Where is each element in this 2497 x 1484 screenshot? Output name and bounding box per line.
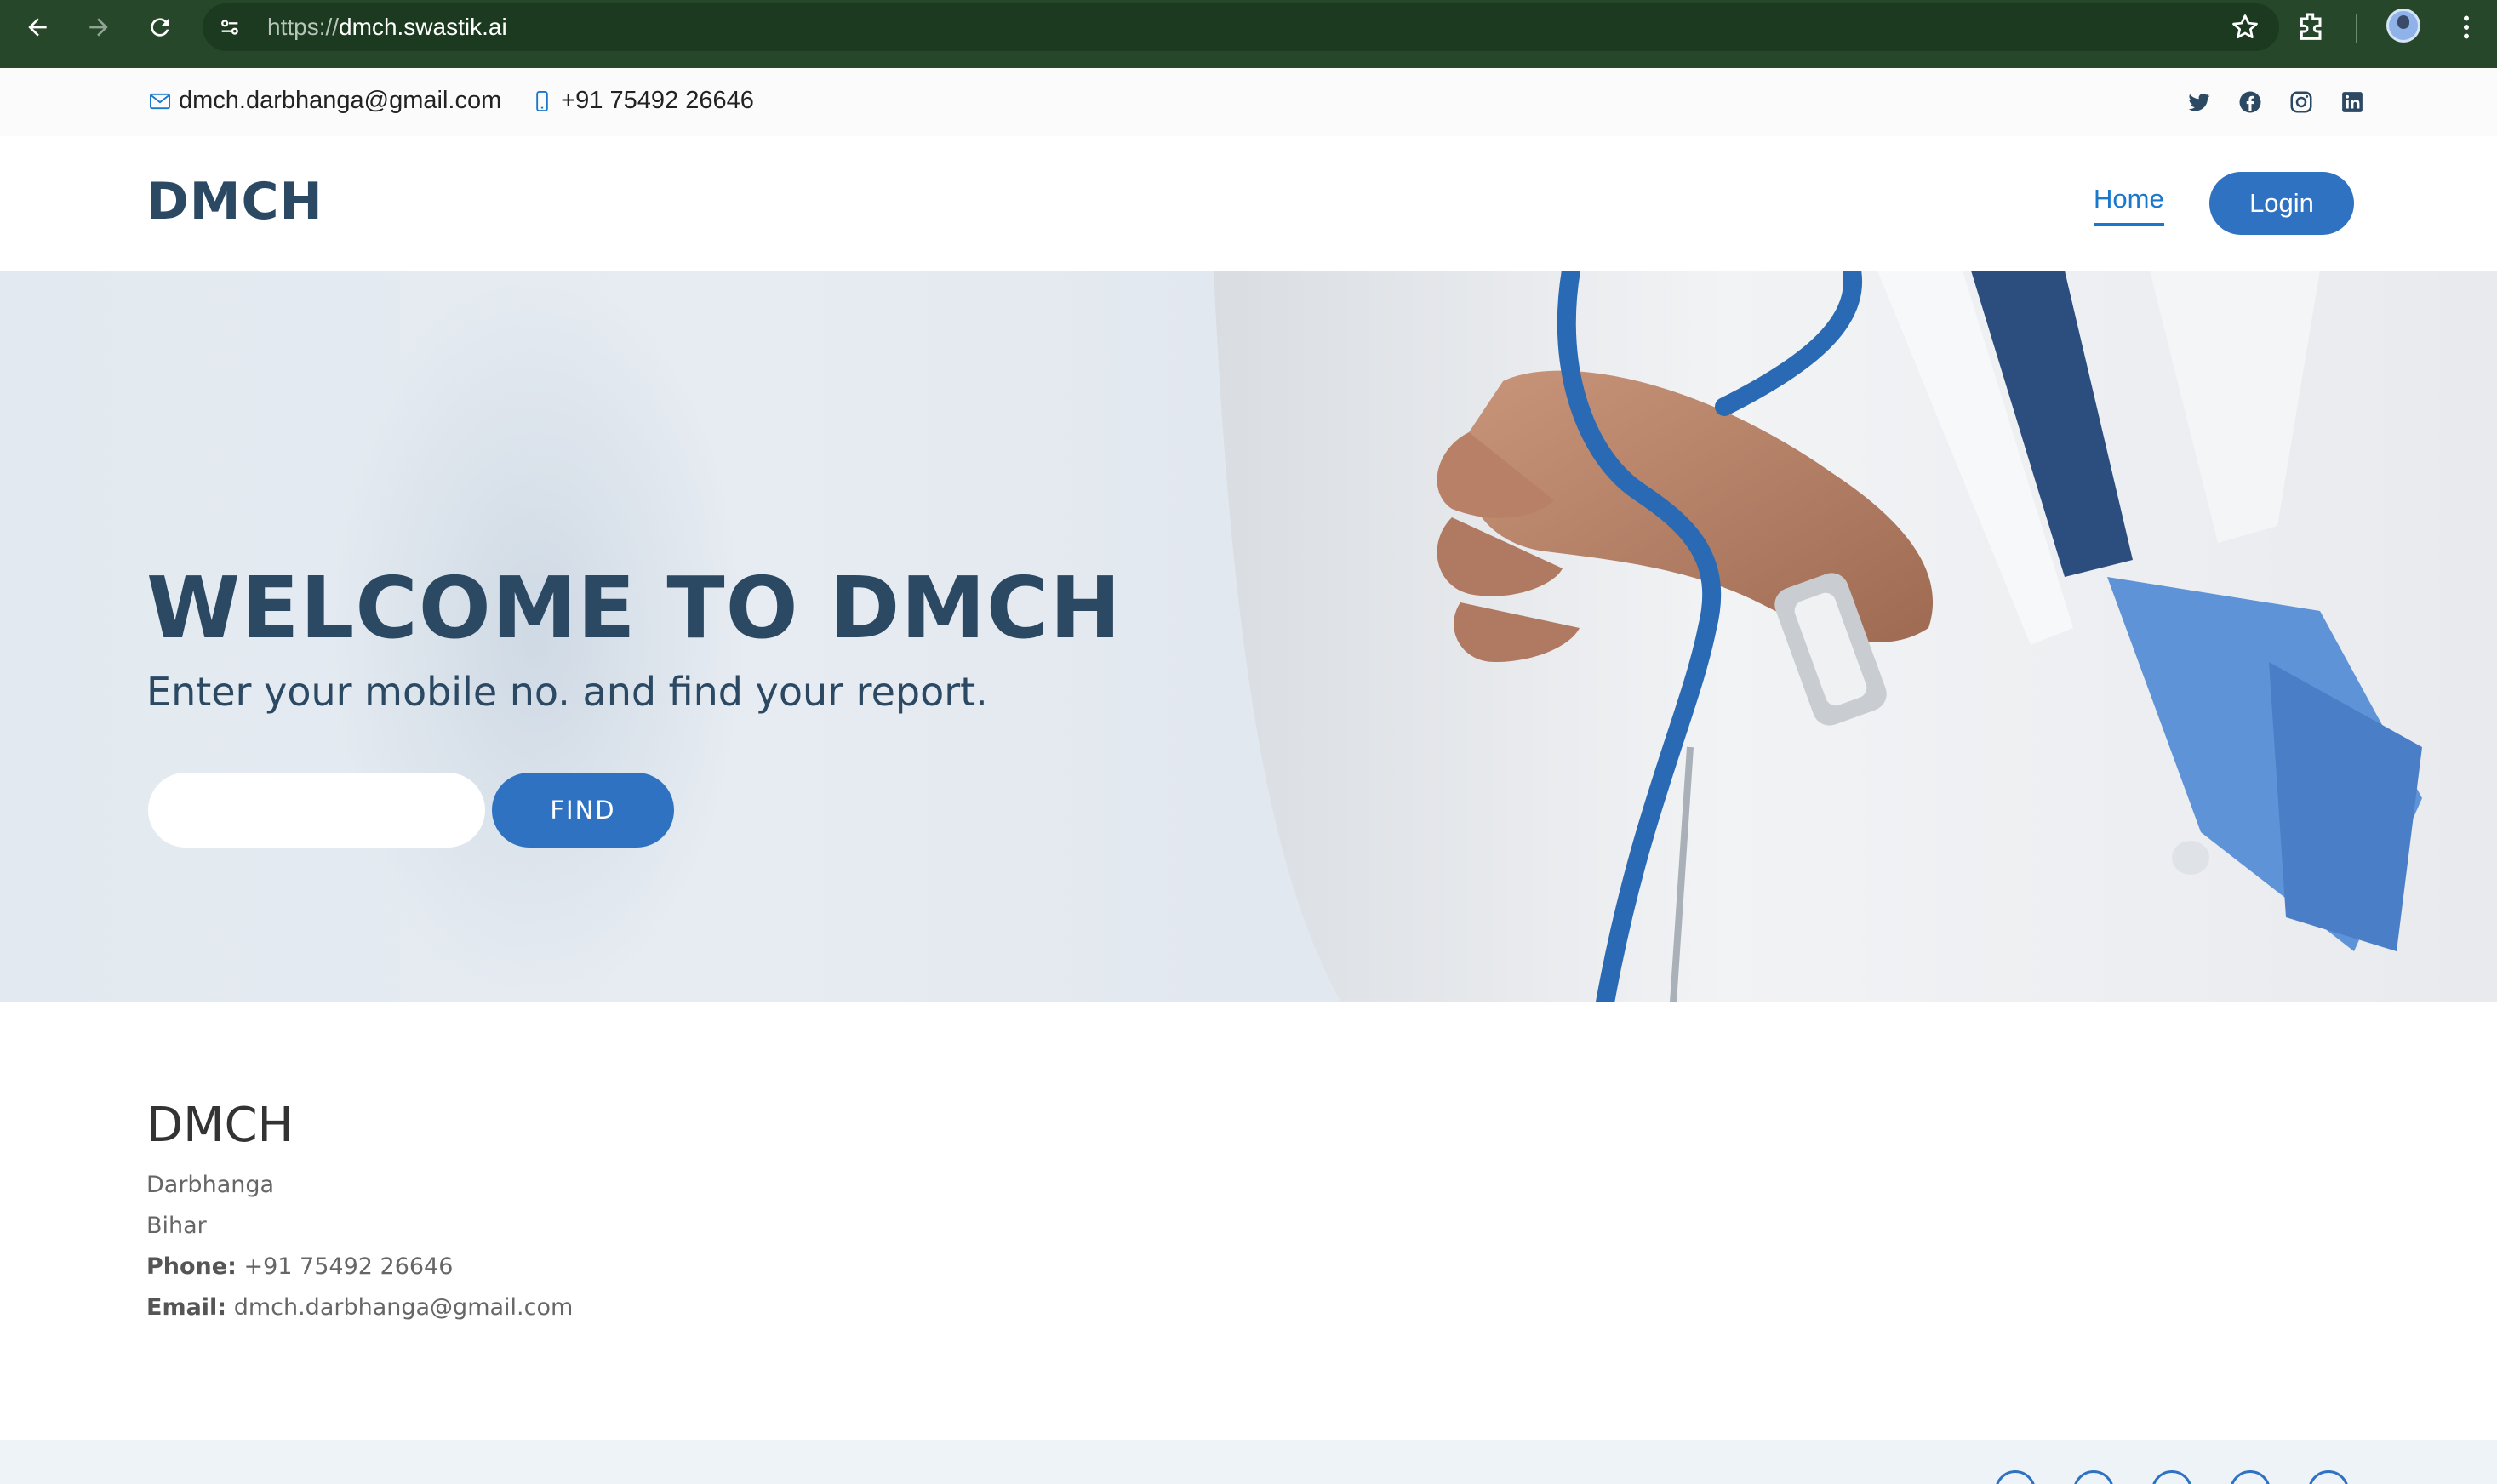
url-scheme: https:// bbox=[267, 14, 340, 40]
site-info-icon[interactable] bbox=[213, 10, 247, 44]
browser-toolbar: https://dmch.swastik.ai bbox=[0, 0, 2497, 68]
organization-name: DMCH bbox=[146, 1098, 294, 1153]
instagram-icon[interactable] bbox=[2288, 88, 2315, 116]
twitter-icon[interactable] bbox=[2186, 88, 2213, 116]
email-contact[interactable]: dmch.darbhanga@gmail.com bbox=[148, 87, 501, 115]
footer-social-icon[interactable] bbox=[2073, 1470, 2114, 1484]
footer-social-icons bbox=[1995, 1470, 2349, 1484]
doctor-image bbox=[1214, 271, 2497, 1002]
email-label: Email: bbox=[146, 1294, 227, 1321]
footer-social-icon[interactable] bbox=[2230, 1470, 2271, 1484]
back-icon[interactable] bbox=[17, 7, 58, 48]
hero-title: WELCOME TO DMCH bbox=[146, 558, 1123, 658]
contact-bar: dmch.darbhanga@gmail.com +91 75492 26646 bbox=[0, 68, 2497, 136]
mobile-number-input[interactable] bbox=[148, 773, 485, 848]
extensions-icon[interactable] bbox=[2294, 10, 2328, 44]
phone-value: +91 75492 26646 bbox=[243, 1253, 454, 1280]
phone-contact[interactable]: +91 75492 26646 bbox=[530, 87, 754, 115]
email-line: Email: dmch.darbhanga@gmail.com bbox=[146, 1287, 573, 1328]
url-host: dmch.swastik.ai bbox=[339, 14, 507, 40]
phone-label: Phone: bbox=[146, 1253, 237, 1280]
find-button[interactable]: FIND bbox=[492, 773, 674, 848]
state: Bihar bbox=[146, 1213, 207, 1239]
email-text: dmch.darbhanga@gmail.com bbox=[179, 87, 502, 114]
facebook-icon[interactable] bbox=[2237, 88, 2264, 116]
site-header: DMCH Home Login bbox=[0, 136, 2497, 271]
footer-social-icon[interactable] bbox=[2308, 1470, 2349, 1484]
contact-info: dmch.darbhanga@gmail.com +91 75492 26646 bbox=[148, 87, 783, 115]
reload-icon[interactable] bbox=[140, 7, 180, 48]
phone-line: Phone: +91 75492 26646 bbox=[146, 1247, 573, 1287]
footer-social-icon[interactable] bbox=[2151, 1470, 2192, 1484]
forward-icon[interactable] bbox=[78, 7, 119, 48]
hero-section: WELCOME TO DMCH Enter your mobile no. an… bbox=[0, 271, 2497, 1002]
site-logo[interactable]: DMCH bbox=[146, 172, 323, 231]
profile-avatar[interactable] bbox=[2386, 9, 2420, 43]
linkedin-icon[interactable] bbox=[2339, 88, 2366, 116]
address-bar[interactable]: https://dmch.swastik.ai bbox=[203, 3, 2279, 51]
footer-strip bbox=[0, 1440, 2497, 1484]
envelope-icon bbox=[149, 93, 171, 109]
nav-home-link[interactable]: Home bbox=[2094, 184, 2164, 226]
phone-text: +91 75492 26646 bbox=[561, 87, 754, 114]
email-value: dmch.darbhanga@gmail.com bbox=[233, 1294, 574, 1321]
toolbar-divider bbox=[2356, 14, 2357, 43]
phone-icon bbox=[536, 90, 549, 111]
city: Darbhanga bbox=[146, 1172, 275, 1198]
footer-social-icon[interactable] bbox=[1995, 1470, 2036, 1484]
hero-subtitle: Enter your mobile no. and find your repo… bbox=[146, 669, 988, 715]
social-links bbox=[2186, 88, 2366, 116]
url-text: https://dmch.swastik.ai bbox=[267, 14, 507, 41]
more-menu-icon[interactable] bbox=[2451, 10, 2482, 44]
bookmark-star-icon[interactable] bbox=[2230, 12, 2260, 43]
login-button[interactable]: Login bbox=[2209, 172, 2354, 235]
contact-details: DMCH Darbhanga Bihar Phone: +91 75492 26… bbox=[146, 1098, 573, 1328]
